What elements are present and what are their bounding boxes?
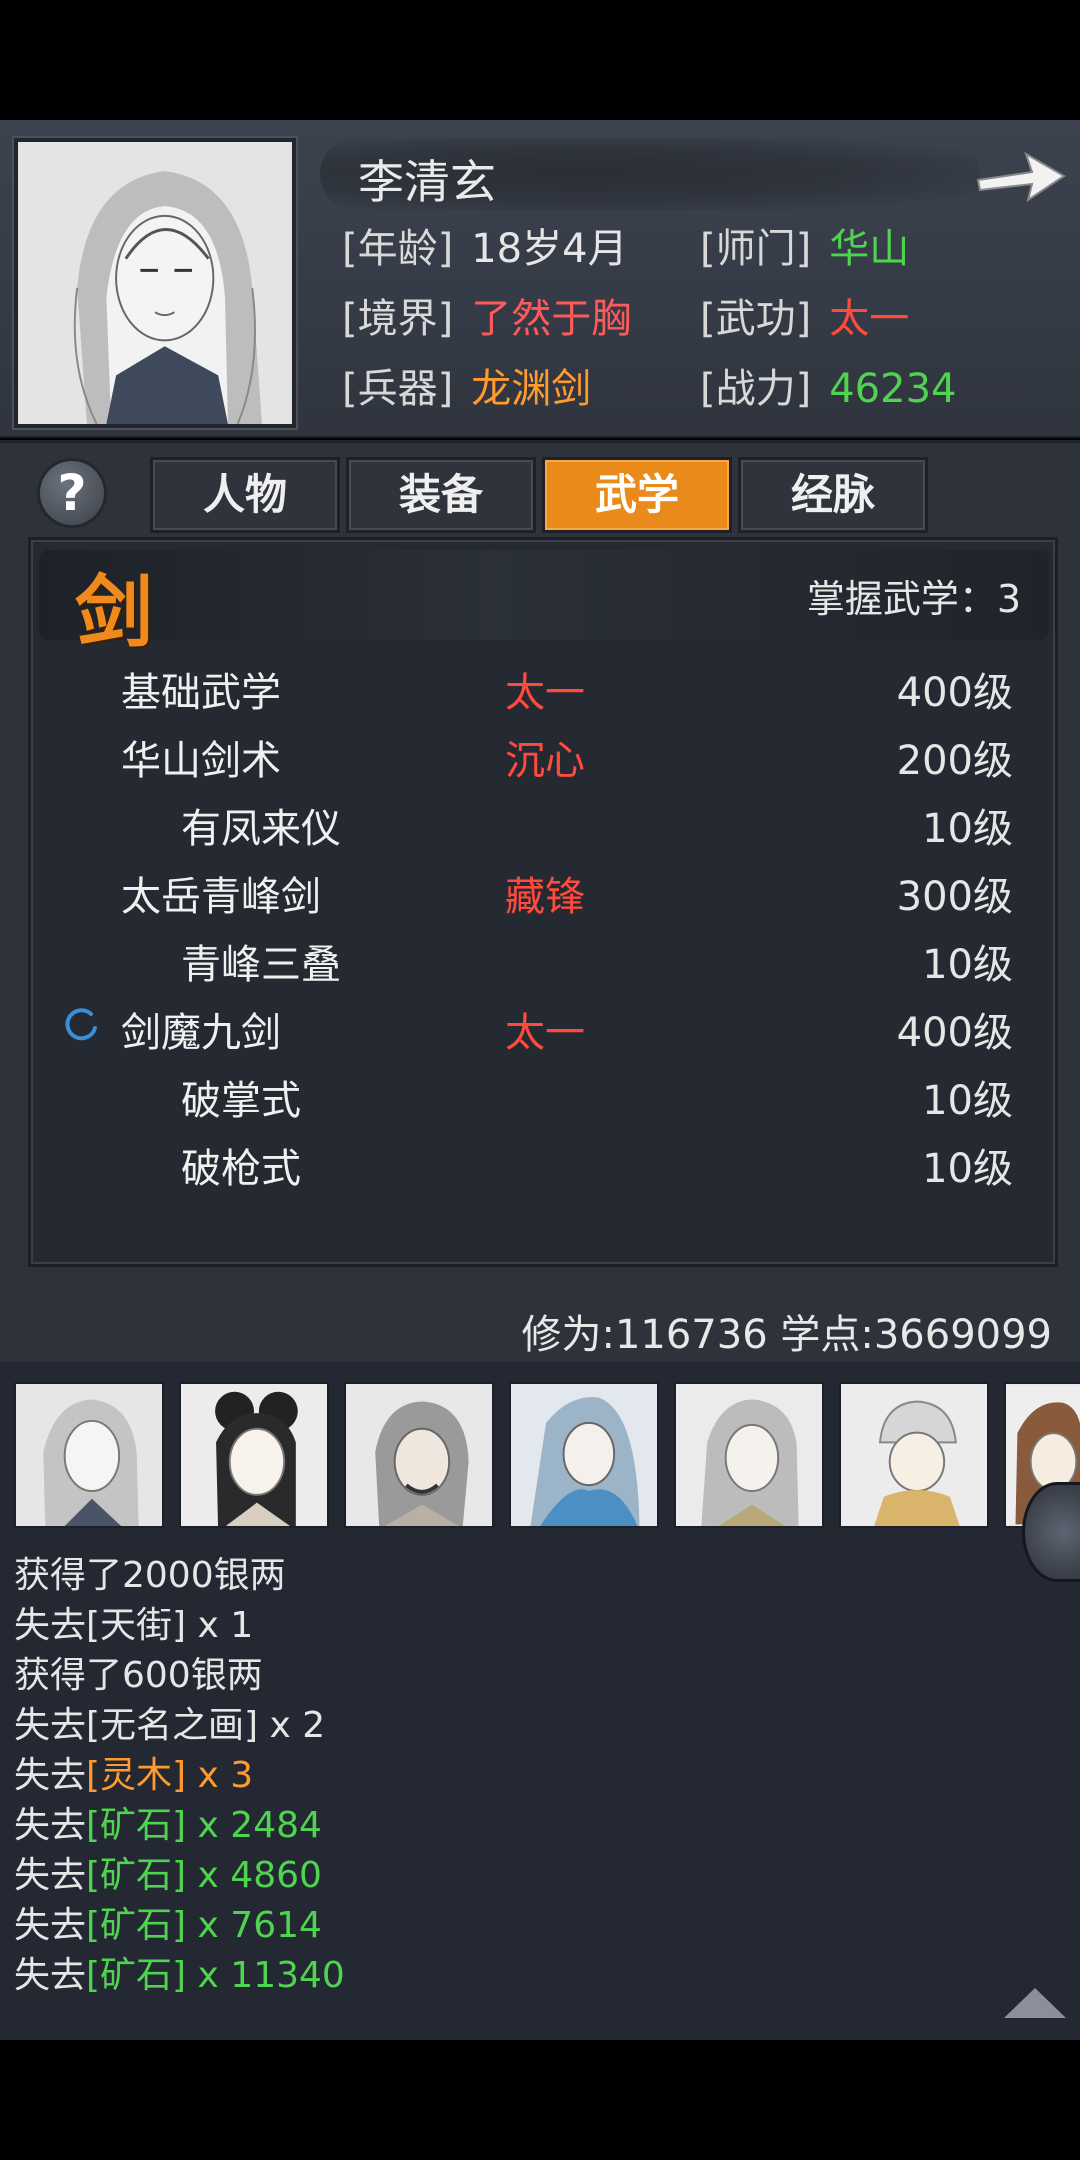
- info-sect: [师门] 华山: [700, 226, 910, 272]
- log-line: 获得了2000银两: [14, 1555, 286, 1596]
- tab-martial-arts[interactable]: 武学: [542, 457, 732, 533]
- log-line: 获得了600银两: [14, 1655, 263, 1696]
- tab-meridians[interactable]: 经脉: [738, 457, 928, 533]
- status-bar-area: [0, 0, 1080, 120]
- skill-row[interactable]: 剑魔九剑 太一 400级: [31, 992, 1055, 1058]
- skill-row-sub[interactable]: 有凤来仪 10级: [31, 788, 1055, 854]
- skill-row-sub[interactable]: 破掌式 10级: [31, 1060, 1055, 1126]
- skill-row[interactable]: 华山剑术 沉心 200级: [31, 720, 1055, 786]
- info-age: [年龄] 18岁4月: [342, 226, 628, 272]
- cultivation-stats-bar: 修为:116736 学点:3669099: [0, 1270, 1080, 1362]
- log-line: 失去[矿石] x 4860: [14, 1855, 322, 1896]
- event-log-area: 获得了2000银两 失去[天街] x 1 获得了600银两 失去[无名之画] x…: [0, 1362, 1080, 2040]
- party-avatar[interactable]: [14, 1382, 164, 1528]
- tab-equipment[interactable]: 装备: [346, 457, 536, 533]
- character-profile: 李清玄 [年龄] 18岁4月 [师门] 华山 [境界] 了然于胸 [武功] 太一 [兵器…: [0, 120, 1080, 438]
- log-line: 失去[矿石] x 7614: [14, 1905, 322, 1946]
- info-realm: [境界] 了然于胸: [342, 296, 632, 342]
- party-avatar[interactable]: [509, 1382, 659, 1528]
- party-avatar[interactable]: [179, 1382, 329, 1528]
- character-name: 李清玄: [358, 155, 496, 209]
- help-button[interactable]: ?: [40, 461, 104, 525]
- scroll-up-triangle-icon[interactable]: [1000, 1982, 1070, 2022]
- info-combat-power: [战力] 46234: [700, 366, 957, 412]
- character-portrait: [14, 138, 296, 428]
- skill-row-sub[interactable]: 青峰三叠 10级: [31, 924, 1055, 990]
- log-line: 失去[矿石] x 11340: [14, 1955, 345, 1996]
- loading-spinner-icon: [65, 1008, 97, 1041]
- party-avatar-strip: [14, 1382, 1080, 1528]
- next-character-arrow-icon[interactable]: [970, 142, 1070, 212]
- log-line: 失去[天街] x 1: [14, 1605, 254, 1646]
- category-sword-label: 剑: [75, 567, 154, 658]
- party-avatar[interactable]: [344, 1382, 494, 1528]
- skill-row-sub[interactable]: 破枪式 10级: [31, 1128, 1055, 1194]
- navigation-bar-area: [0, 2040, 1080, 2160]
- skill-list: 剑 掌握武学：3 基础武学 太一 400级 华山剑术 沉心 200级 有凤来仪 …: [28, 537, 1058, 1267]
- mastered-count: 掌握武学：3: [806, 577, 1021, 621]
- skill-row[interactable]: 基础武学 太一 400级: [31, 652, 1055, 718]
- tab-character[interactable]: 人物: [150, 457, 340, 533]
- log-line: 失去[矿石] x 2484: [14, 1805, 322, 1846]
- party-avatar[interactable]: [839, 1382, 989, 1528]
- log-line: 失去[无名之画] x 2: [14, 1705, 326, 1746]
- skill-row[interactable]: 太岳青峰剑 藏锋 300级: [31, 856, 1055, 922]
- party-avatar[interactable]: [674, 1382, 824, 1528]
- info-martial-art: [武功] 太一: [700, 296, 910, 342]
- info-weapon: [兵器] 龙渊剑: [342, 366, 592, 412]
- log-line: 失去[灵木] x 3: [14, 1755, 254, 1796]
- martial-arts-panel: ? 人物 装备 武学 经脉 剑 掌握武学：3 基础武学 太一 400级 华山剑术…: [0, 440, 1080, 1370]
- side-menu-toggle-button[interactable]: [1022, 1482, 1080, 1582]
- cultivation-stats: 修为:116736 学点:3669099: [521, 1312, 1052, 1358]
